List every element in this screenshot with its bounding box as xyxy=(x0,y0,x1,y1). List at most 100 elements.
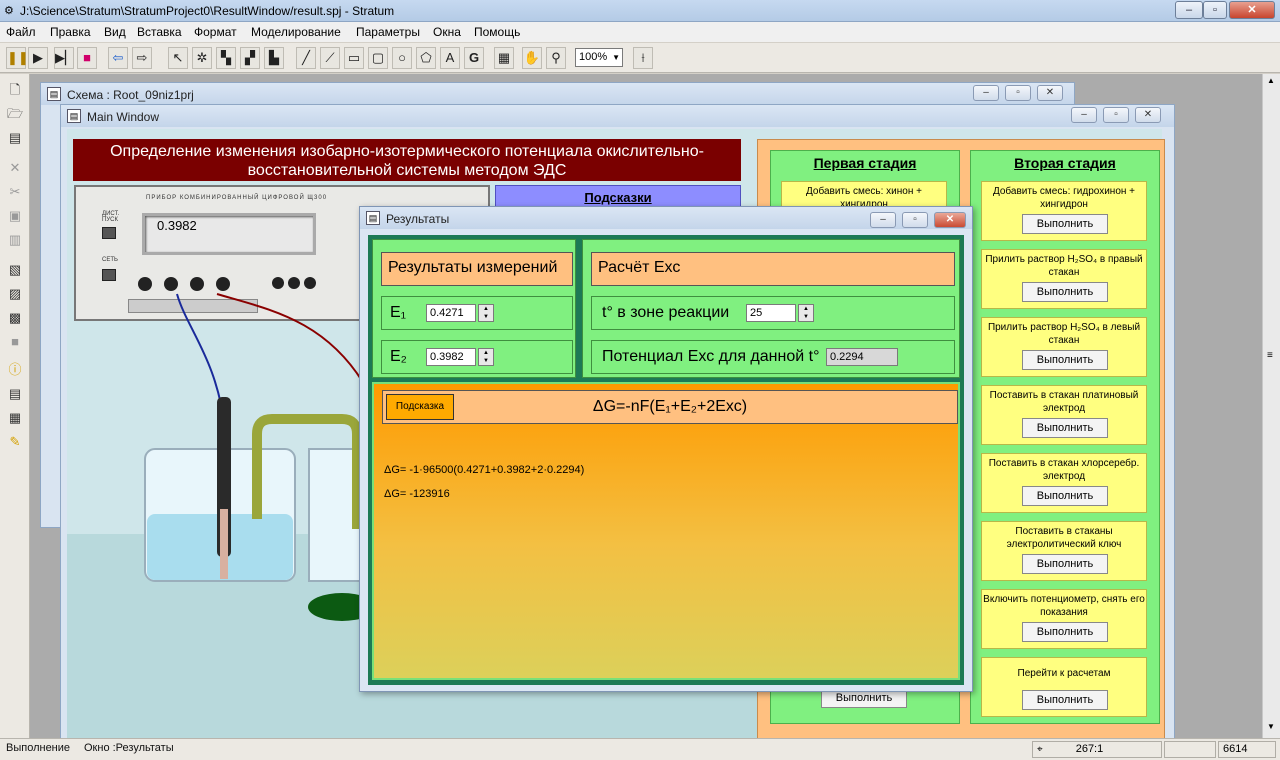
variables-icon[interactable]: ▨ xyxy=(5,284,25,304)
app-restore-button[interactable]: ▫ xyxy=(1203,1,1227,19)
rectangle-icon[interactable]: ▭ xyxy=(344,47,364,69)
e2-input[interactable]: 0.3982 xyxy=(426,348,476,366)
status-mode: Выполнение xyxy=(6,742,71,754)
group-icon[interactable]: ▚ xyxy=(216,47,236,69)
main-restore-button[interactable]: ▫ xyxy=(1103,107,1129,123)
e2-spinner[interactable]: ▲ ▼ xyxy=(478,348,494,366)
temperature-input[interactable]: 25 xyxy=(746,304,796,322)
menu-format[interactable]: Формат xyxy=(194,25,237,39)
schema-minimize-button[interactable]: – xyxy=(973,85,999,101)
stage2-card-8: Перейти к расчетам Выполнить xyxy=(981,657,1147,717)
app-close-button[interactable]: ✕ xyxy=(1229,1,1275,19)
stage2-execute-button[interactable]: Выполнить xyxy=(1022,214,1108,234)
results-close-button[interactable]: ✕ xyxy=(934,212,966,228)
gear-icon[interactable]: ✲ xyxy=(192,47,212,69)
results-window-titlebar: ▤ Результаты – ▫ ✕ xyxy=(360,207,972,229)
document-icon[interactable]: ▤ xyxy=(5,384,25,404)
play-icon[interactable]: ▶ xyxy=(28,47,48,69)
menu-view[interactable]: Вид xyxy=(104,25,126,39)
info-icon[interactable]: ⓘ xyxy=(5,360,25,380)
scroll-down-icon[interactable]: ▼ xyxy=(1267,722,1275,731)
results-body: Результаты измерений E₁ 0.4271 ▲ ▼ E₂ 0.3… xyxy=(368,235,964,685)
calc-line-2: ΔG= -123916 xyxy=(384,488,450,500)
app-title-bar: ⚙ J:\Science\Stratum\StratumProject0\Res… xyxy=(0,0,1280,22)
line-icon[interactable]: ╱ xyxy=(296,47,316,69)
e1-input[interactable]: 0.4271 xyxy=(426,304,476,322)
main-close-button[interactable]: ✕ xyxy=(1135,107,1161,123)
chevron-down-icon: ▼ xyxy=(612,53,620,62)
window-icon: ▤ xyxy=(67,109,81,123)
class-icon[interactable]: ■ xyxy=(5,332,25,352)
polygon-icon[interactable]: ⬠ xyxy=(416,47,436,69)
stage2-card-2: Прилить раствор H₂SO₄ в правый стакан Вы… xyxy=(981,249,1147,309)
stage2-card-text: Прилить раствор H₂SO₄ в левый стакан xyxy=(987,322,1141,346)
menu-file[interactable]: Файл xyxy=(6,25,36,39)
electrode-tip xyxy=(220,509,228,579)
menu-insert[interactable]: Вставка xyxy=(137,25,182,39)
potential-row: Потенциал Eхс для данной t° 0.2294 xyxy=(591,340,955,374)
results-minimize-button[interactable]: – xyxy=(870,212,896,228)
zoom-select[interactable]: 100% ▼ xyxy=(575,48,623,67)
link-icon[interactable]: ▞ xyxy=(240,47,260,69)
ellipse-icon[interactable]: ○ xyxy=(392,47,412,69)
stage2-execute-button[interactable]: Выполнить xyxy=(1022,690,1108,710)
properties-icon[interactable]: ▧ xyxy=(5,260,25,280)
hand-icon[interactable]: ✋ xyxy=(522,47,542,69)
schema-restore-button[interactable]: ▫ xyxy=(1005,85,1031,101)
back-arrow-icon[interactable]: ⇦ xyxy=(108,47,128,69)
edit-tool-icon[interactable]: ⟊ xyxy=(633,47,653,69)
scroll-thumb[interactable]: ≡ xyxy=(1267,350,1273,361)
left-tool-strip: 🗋 🗁 ▤ ✕ ✂ ▣ ▥ ▧ ▨ ▩ ■ ⓘ ▤ ▦ ✎ xyxy=(0,74,30,738)
bitmap-icon[interactable]: ▦ xyxy=(494,47,514,69)
stage2-execute-button[interactable]: Выполнить xyxy=(1022,486,1108,506)
forward-arrow-icon[interactable]: ⇨ xyxy=(132,47,152,69)
delete-icon[interactable]: ✕ xyxy=(5,158,25,178)
pause-icon[interactable]: ❚❚ xyxy=(6,47,29,69)
app-title: J:\Science\Stratum\StratumProject0\Resul… xyxy=(20,4,395,18)
stage2-execute-button[interactable]: Выполнить xyxy=(1022,622,1108,642)
stop-icon[interactable]: ■ xyxy=(77,47,97,69)
rounded-rect-icon[interactable]: ▢ xyxy=(368,47,388,69)
glyph-icon[interactable]: G xyxy=(464,47,484,69)
polyline-icon[interactable]: ⟋ xyxy=(320,47,340,69)
main-minimize-button[interactable]: – xyxy=(1071,107,1097,123)
status-empty-cell xyxy=(1164,741,1216,758)
copy-icon[interactable]: ▣ xyxy=(5,206,25,226)
hint-button[interactable]: Подсказка xyxy=(386,394,454,420)
report-icon[interactable]: ▦ xyxy=(5,408,25,428)
stage2-execute-button[interactable]: Выполнить xyxy=(1022,418,1108,438)
stage2-card-text: Поставить в стакан платиновый электрод xyxy=(989,390,1139,414)
magnifier-icon[interactable]: ⚲ xyxy=(546,47,566,69)
e1-spinner[interactable]: ▲ ▼ xyxy=(478,304,494,322)
stage2-card-4: Поставить в стакан платиновый электрод В… xyxy=(981,385,1147,445)
schema-close-button[interactable]: ✕ xyxy=(1037,85,1063,101)
cut-icon[interactable]: ✂ xyxy=(5,182,25,202)
stage2-execute-button[interactable]: Выполнить xyxy=(1022,350,1108,370)
step-icon[interactable]: ▶▏ xyxy=(54,47,75,69)
script-icon[interactable]: ▩ xyxy=(5,308,25,328)
open-folder-icon[interactable]: 🗁 xyxy=(5,104,25,124)
paste-icon[interactable]: ▥ xyxy=(5,230,25,250)
results-restore-button[interactable]: ▫ xyxy=(902,212,928,228)
new-document-icon[interactable]: 🗋 xyxy=(5,80,25,100)
note-icon[interactable]: ✎ xyxy=(5,432,25,452)
app-minimize-button[interactable]: – xyxy=(1175,1,1203,19)
text-icon[interactable]: A xyxy=(440,47,460,69)
temperature-spinner[interactable]: ▲ ▼ xyxy=(798,304,814,322)
menu-windows[interactable]: Окна xyxy=(433,25,461,39)
stage2-execute-button[interactable]: Выполнить xyxy=(1022,282,1108,302)
menu-modeling[interactable]: Моделирование xyxy=(251,25,341,39)
menu-help[interactable]: Помощь xyxy=(474,25,520,39)
scroll-up-icon[interactable]: ▲ xyxy=(1267,76,1275,85)
menu-edit[interactable]: Правка xyxy=(50,25,91,39)
pointer-icon[interactable]: ↖ xyxy=(168,47,188,69)
window-icon: ▤ xyxy=(47,87,61,101)
save-icon[interactable]: ▤ xyxy=(5,128,25,148)
menu-parameters[interactable]: Параметры xyxy=(356,25,420,39)
window-icon: ▤ xyxy=(366,211,380,225)
vertical-scrollbar[interactable]: ▲ ≡ ▼ xyxy=(1262,74,1280,738)
stage2-card-text: Прилить раствор H₂SO₄ в правый стакан xyxy=(985,254,1143,278)
e2-row: E₂ 0.3982 ▲ ▼ xyxy=(381,340,573,374)
block-icon[interactable]: ▙ xyxy=(264,47,284,69)
stage2-execute-button[interactable]: Выполнить xyxy=(1022,554,1108,574)
